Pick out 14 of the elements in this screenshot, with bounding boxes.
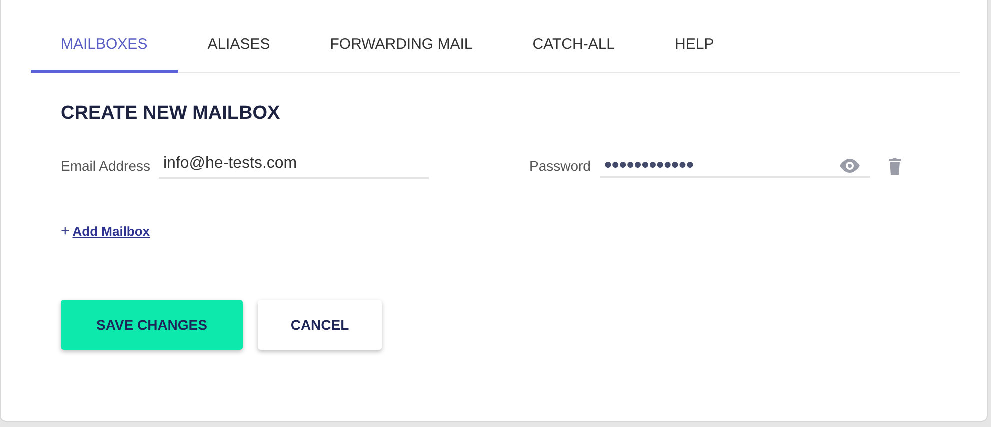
add-mailbox-link[interactable]: Add Mailbox: [72, 224, 150, 239]
tab[interactable]: MAILBOXES: [31, 26, 178, 73]
plus-icon: +: [61, 223, 70, 240]
tab[interactable]: HELP: [645, 26, 744, 73]
email-field[interactable]: info@he-tests.com: [159, 153, 430, 179]
tab[interactable]: FORWARDING MAIL: [300, 26, 503, 73]
save-button[interactable]: SAVE CHANGES: [61, 300, 243, 350]
tab[interactable]: ALIASES: [178, 26, 300, 73]
cancel-button[interactable]: CANCEL: [258, 300, 382, 350]
trash-icon[interactable]: [888, 157, 902, 175]
field-label: Password: [529, 158, 591, 174]
field-label: Email Address: [61, 158, 150, 174]
tab[interactable]: CATCH-ALL: [502, 26, 646, 73]
section-title: CREATE NEW MAILBOX: [61, 103, 282, 125]
